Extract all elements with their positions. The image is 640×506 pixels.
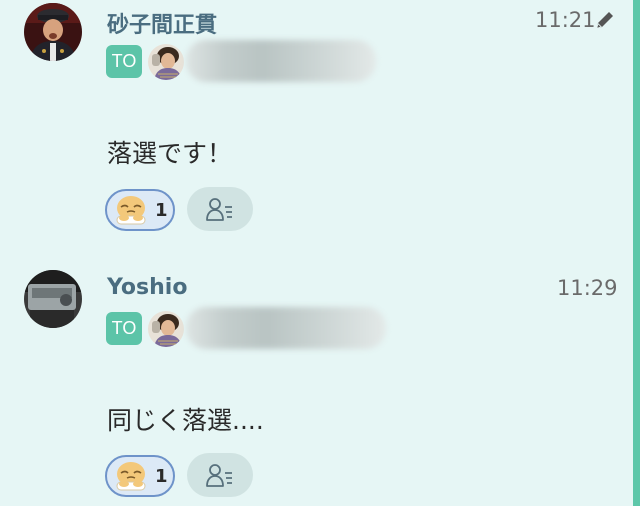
message-time: 11:29 bbox=[557, 276, 618, 300]
read-by-users-button[interactable] bbox=[187, 187, 253, 231]
to-badge: TO bbox=[106, 45, 142, 78]
read-by-users-icon bbox=[206, 464, 232, 487]
conversation-accent-bar bbox=[633, 0, 640, 506]
to-badge: TO bbox=[106, 312, 142, 345]
sad-face-emoji-icon bbox=[116, 196, 146, 225]
recipient-name-blurred bbox=[186, 307, 386, 349]
read-by-users-icon bbox=[206, 198, 232, 221]
reaction-count: 1 bbox=[155, 199, 168, 221]
sender-avatar[interactable] bbox=[24, 270, 82, 328]
reaction-button[interactable]: 1 bbox=[105, 189, 175, 231]
reaction-count: 1 bbox=[155, 465, 168, 487]
message-text: 落選です！ bbox=[107, 139, 233, 168]
message-text: 同じく落選.... bbox=[107, 406, 264, 435]
message-item: 砂子間正貫 11:21 TO 落選です！ 1 bbox=[0, 0, 633, 250]
sender-name[interactable]: 砂子間正貫 bbox=[107, 7, 217, 39]
recipient-avatar bbox=[148, 44, 184, 80]
message-item: Yoshio 11:29 TO 同じく落選.... 1 bbox=[0, 255, 633, 506]
recipient-avatar bbox=[148, 311, 184, 347]
message-time: 11:21 bbox=[535, 8, 596, 32]
sender-avatar[interactable] bbox=[24, 3, 82, 61]
sad-face-emoji-icon bbox=[116, 462, 146, 491]
sender-name[interactable]: Yoshio bbox=[107, 275, 187, 300]
recipient-name-blurred bbox=[186, 40, 376, 82]
reaction-button[interactable]: 1 bbox=[105, 455, 175, 497]
pencil-icon bbox=[597, 12, 613, 28]
read-by-users-button[interactable] bbox=[187, 453, 253, 497]
